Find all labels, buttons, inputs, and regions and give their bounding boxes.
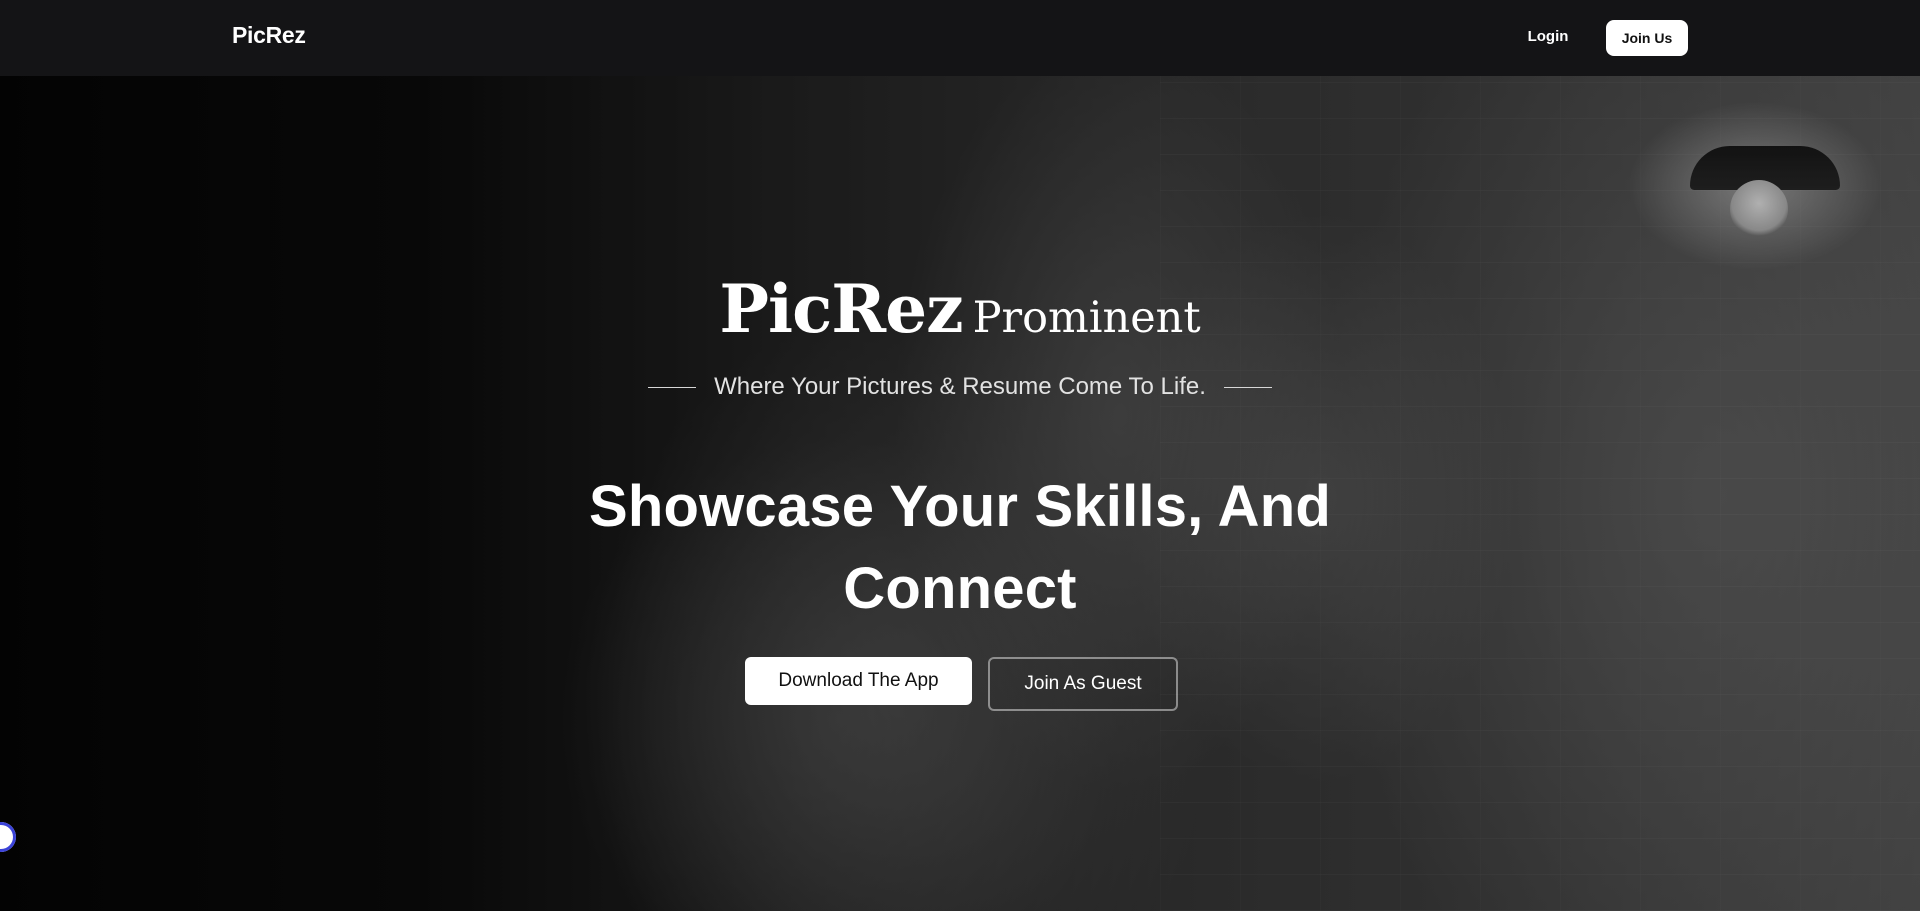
login-link[interactable]: Login — [1510, 20, 1586, 54]
download-app-button[interactable]: Download The App — [745, 657, 972, 705]
hero-logo: PicRez Prominent — [0, 270, 1920, 348]
tagline-text: Where Your Pictures & Resume Come To Lif… — [714, 373, 1206, 400]
hero-headline: Showcase Your Skills, And Connect — [0, 466, 1920, 630]
hero-logo-main: PicRez — [719, 270, 963, 348]
tagline-left-divider — [648, 386, 697, 388]
hero-content: PicRez Prominent Where Your Pictures & Re… — [0, 0, 1920, 911]
hero-logo-sub: Prominent — [972, 293, 1201, 343]
hero-headline-line2: Connect — [843, 556, 1077, 621]
join-as-guest-button[interactable]: Join As Guest — [988, 657, 1178, 711]
circle-toggle-icon[interactable] — [0, 822, 16, 852]
tagline-right-divider — [1223, 386, 1272, 388]
tagline-row: Where Your Pictures & Resume Come To Lif… — [0, 371, 1920, 403]
brand-logo[interactable]: PicRez — [232, 22, 306, 49]
join-us-button[interactable]: Join Us — [1606, 20, 1688, 56]
top-navbar: PicRez Login Join Us — [0, 0, 1920, 76]
hero-headline-line1: Showcase Your Skills, And — [588, 474, 1332, 539]
